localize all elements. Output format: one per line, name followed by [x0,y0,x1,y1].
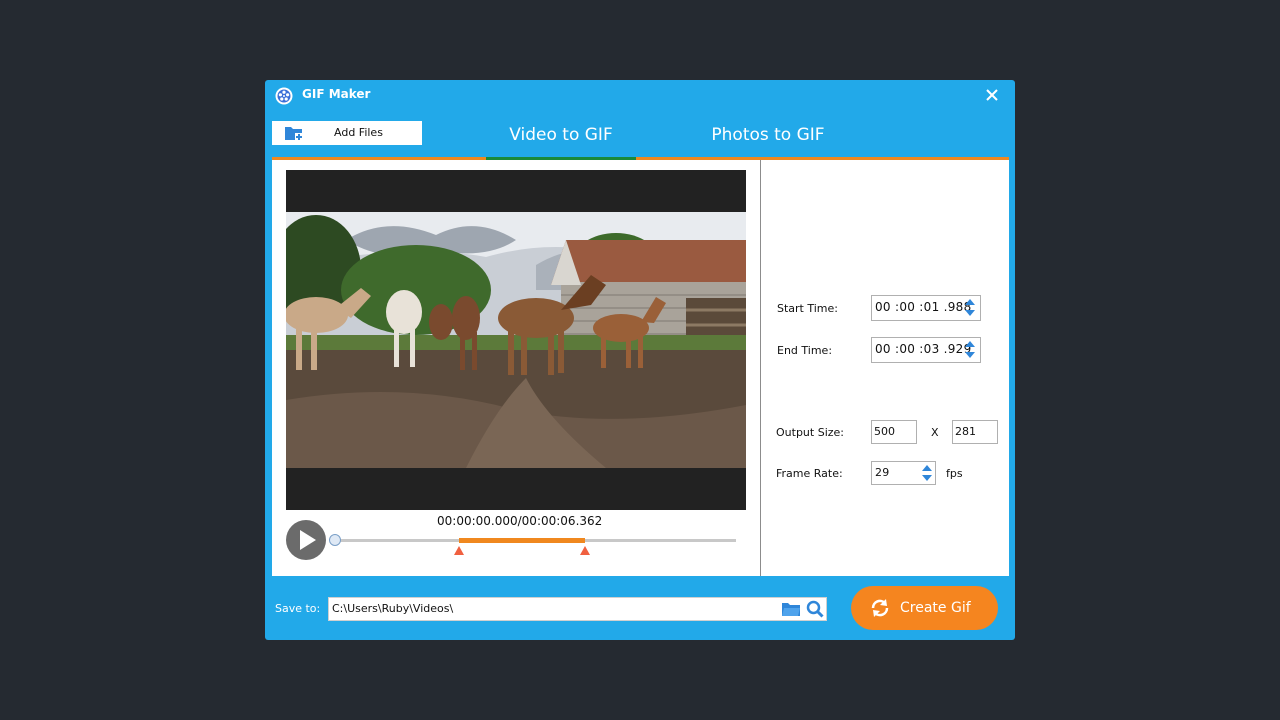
film-reel-icon [275,87,293,105]
end-time-down-icon[interactable] [965,352,975,358]
frame-rate-down-icon[interactable] [922,475,932,481]
playback-time: 00:00:00.000/00:00:06.362 [437,514,602,528]
folder-icon[interactable] [781,601,801,617]
add-files-button[interactable]: Add Files [272,121,422,145]
total-time: 00:00:06.362 [521,514,603,528]
close-icon[interactable] [981,84,1003,106]
output-width-field[interactable]: 500 [871,420,917,444]
video-preview [286,170,746,510]
start-time-down-icon[interactable] [965,310,975,316]
play-button[interactable] [286,520,326,560]
add-files-label: Add Files [334,126,383,139]
selection-end-marker[interactable] [579,546,590,555]
save-to-label: Save to: [275,602,321,615]
tab-video-to-gif[interactable]: Video to GIF [486,121,636,158]
panel-divider [760,160,761,576]
gif-maker-window: GIF Maker Add Files Video to GIF Photos … [265,80,1015,640]
tab-photos-to-gif[interactable]: Photos to GIF [668,121,868,158]
output-size-label: Output Size: [776,426,844,439]
end-time-up-icon[interactable] [965,341,975,347]
frame-rate-up-icon[interactable] [922,465,932,471]
playhead-handle[interactable] [329,534,341,546]
frame-rate-label: Frame Rate: [776,467,843,480]
timeline-selection [459,538,585,543]
output-width-value: 500 [874,425,895,438]
create-gif-label: Create Gif [900,600,971,616]
start-time-value: 00 :00 :01 .988 [875,300,972,314]
start-time-label: Start Time: [777,302,838,315]
fps-unit: fps [946,467,963,480]
size-separator: X [931,426,939,439]
search-icon[interactable] [806,600,824,618]
selection-start-marker[interactable] [454,546,465,555]
end-time-field[interactable]: 00 :00 :03 .929 [871,337,981,363]
start-time-field[interactable]: 00 :00 :01 .988 [871,295,981,321]
save-path-field[interactable]: C:\Users\Ruby\Videos\ [328,597,827,621]
frame-rate-field[interactable]: 29 [871,461,936,485]
add-folder-icon [285,127,303,141]
end-time-label: End Time: [777,344,833,357]
save-path-value: C:\Users\Ruby\Videos\ [332,602,454,615]
current-time: 00:00:00.000 [437,514,518,528]
window-title: GIF Maker [302,87,371,101]
frame-rate-value: 29 [875,466,890,479]
title-bar: GIF Maker [265,80,1015,110]
video-frame-image [286,170,746,510]
end-time-value: 00 :00 :03 .929 [875,342,972,356]
create-gif-button[interactable]: Create Gif [851,586,998,630]
play-icon [300,530,316,550]
start-time-up-icon[interactable] [965,299,975,305]
convert-icon [871,599,889,617]
output-height-field[interactable]: 281 [952,420,998,444]
output-height-value: 281 [955,425,976,438]
main-panel: 00:00:00.000/00:00:06.362 Start Time: 00… [272,160,1009,576]
